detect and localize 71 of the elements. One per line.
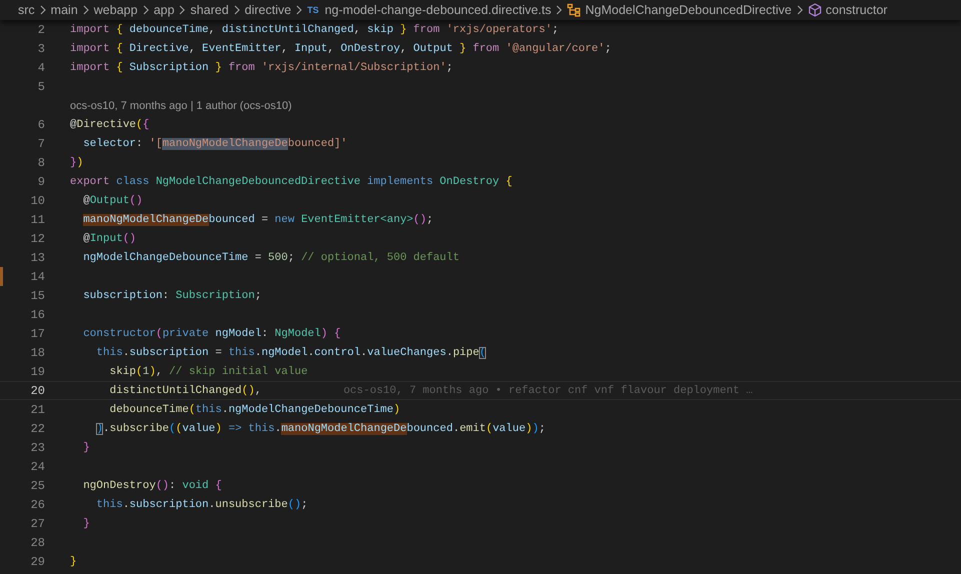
line-number: 5 <box>36 80 45 94</box>
code-line: @Output() <box>82 194 143 206</box>
line-number: 27 <box>30 516 45 530</box>
breadcrumb-item[interactable]: constructor <box>826 3 888 17</box>
code-line: @Input() <box>82 232 136 244</box>
chevron-right-icon <box>142 5 149 15</box>
cube-icon <box>808 3 822 17</box>
breadcrumb-item[interactable]: NgModelChangeDebouncedDirective <box>585 3 792 17</box>
codelens-text[interactable]: ocs-os10, 7 months ago | 1 author (ocs-os10) <box>70 100 292 112</box>
breadcrumb-item[interactable]: shared <box>190 3 229 17</box>
line-number: 24 <box>30 460 45 474</box>
breadcrumb-item[interactable]: directive <box>244 3 292 17</box>
line-number: 14 <box>30 270 45 284</box>
code-line: import { Subscription } from 'rxjs/internal/Subscription'; <box>70 62 453 74</box>
code-line: export class NgModelChangeDebouncedDirective implements OnDestroy { <box>70 176 512 188</box>
chevron-right-icon <box>82 5 89 15</box>
git-blame-annotation: ocs-os10, 7 months ago • refactor cnf vnf flavour deployment … <box>343 384 753 396</box>
code-line: this.subscription.unsubscribe(); <box>95 498 308 510</box>
line-number: 3 <box>36 42 45 56</box>
line-number: 19 <box>30 364 45 378</box>
breadcrumb-item[interactable]: src <box>18 3 35 17</box>
code-line: skip(1), // skip initial value <box>108 366 308 378</box>
code-line: @Directive({ <box>70 118 150 130</box>
chevron-right-icon <box>40 5 46 15</box>
code-line: ngModelChangeDebounceTime = 500; // optional, 500 default <box>82 252 460 264</box>
chevron-right-icon <box>234 5 240 15</box>
breadcrumb-item[interactable]: app <box>154 3 174 17</box>
line-number: 26 <box>30 498 45 512</box>
line-number: 28 <box>30 536 45 550</box>
code-line: debounceTime(this.ngModelChangeDebounceTime) <box>108 404 400 416</box>
line-number: 21 <box>30 402 45 416</box>
code-line: } <box>70 556 77 568</box>
line-number: 2 <box>36 22 45 36</box>
line-number: 7 <box>36 136 45 150</box>
line-number: 17 <box>30 326 45 340</box>
line-number: 22 <box>30 422 45 436</box>
code-line: } <box>82 442 90 454</box>
class-icon <box>567 3 582 17</box>
code-line: subscription: Subscription; <box>82 290 262 302</box>
code-line: }) <box>70 156 84 168</box>
code-line: import { debounceTime, distinctUntilChanged, skip } from 'rxjs/operators'; <box>70 24 559 36</box>
code-line: manoNgModelChangeDebounced = new EventEmitter<any>(); <box>82 214 434 226</box>
code-line: constructor(private ngModel: NgModel) { <box>82 328 341 340</box>
chevron-right-icon <box>296 5 302 15</box>
line-number: 18 <box>30 346 45 360</box>
line-number: 15 <box>30 288 45 302</box>
breadcrumb-item[interactable]: main <box>50 3 78 17</box>
line-number: 29 <box>30 554 45 568</box>
line-number: 4 <box>36 60 45 74</box>
line-number: 25 <box>30 478 45 492</box>
line-number: 20 <box>30 384 45 398</box>
line-number: 6 <box>36 118 45 132</box>
line-number: 16 <box>30 308 45 322</box>
line-number: 13 <box>30 250 45 264</box>
line-number: 12 <box>30 232 45 246</box>
breadcrumb-item[interactable]: webapp <box>94 3 138 17</box>
breadcrumb-item[interactable]: ng-model-change-debounced.directive.ts <box>324 3 552 17</box>
line-number: 11 <box>30 212 45 226</box>
chevron-right-icon <box>179 5 186 15</box>
line-number: 8 <box>36 156 45 170</box>
line-number: 9 <box>36 174 45 188</box>
chevron-right-icon <box>796 5 803 15</box>
code-line: } <box>82 518 90 530</box>
code-line: ngOnDestroy(): void { <box>82 480 222 492</box>
code-line: import { Directive, EventEmitter, Input, OnDestroy, Output } from '@angular/core'; <box>70 42 612 54</box>
chevron-right-icon <box>556 5 562 15</box>
code-line: selector: '[manoNgModelChangeDebounced]' <box>82 138 348 150</box>
code-line: distinctUntilChanged(), <box>108 384 262 396</box>
line-number: 10 <box>30 194 45 208</box>
line-number: 23 <box>30 440 45 454</box>
typescript-file-icon: TS <box>307 5 319 15</box>
